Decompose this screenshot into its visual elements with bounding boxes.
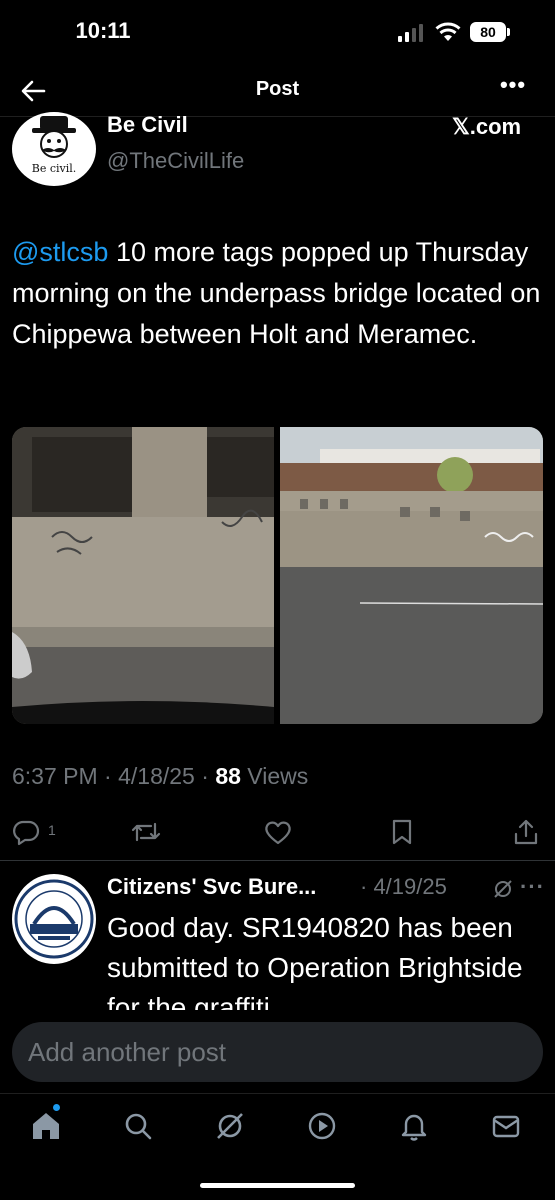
page-title: Post — [255, 78, 300, 100]
underpass-photo — [12, 427, 274, 724]
cellular-signal-icon — [398, 24, 423, 42]
reply-date: · 4/19/25 — [360, 874, 447, 899]
views-label: Views — [240, 763, 309, 789]
mention-link[interactable]: @stlcsb — [12, 237, 108, 267]
tweet-date: 4/18/25 — [118, 763, 195, 789]
notifications-bell-icon[interactable] — [398, 1110, 430, 1142]
battery-icon: 80 — [470, 22, 506, 42]
home-indicator[interactable] — [200, 1183, 355, 1188]
reply-author-name[interactable]: Citizens' Svc Bure... — [107, 874, 316, 900]
author-handle[interactable]: @TheCivilLife — [107, 148, 244, 174]
author-avatar[interactable]: Be civil. — [12, 112, 96, 186]
reply-text: Good day. SR1940820 has been submitted t… — [107, 912, 523, 1012]
video-play-icon[interactable] — [306, 1110, 338, 1142]
citizens-service-bureau-seal — [14, 879, 94, 959]
action-divider — [0, 860, 555, 861]
tweet-text: @stlcsb 10 more tags popped up Thursday … — [12, 232, 542, 355]
author-name[interactable]: Be Civil — [107, 112, 188, 138]
more-options-button[interactable]: ••• — [498, 74, 528, 100]
status-time: 10:11 — [75, 18, 131, 43]
home-icon[interactable] — [30, 1110, 62, 1142]
reply-icon[interactable] — [12, 818, 40, 846]
tweet-meta: 6:37 PM · 4/18/25 · 88 Views — [12, 763, 308, 790]
meta-separator: · — [97, 763, 119, 789]
source-link[interactable]: 𝕏.com — [452, 114, 521, 140]
battery-tip — [507, 28, 510, 36]
reply-avatar[interactable] — [12, 874, 96, 964]
tweet-photo-left[interactable] — [12, 427, 274, 724]
reply-count: 1 — [48, 822, 56, 838]
tweet-photo-right[interactable] — [280, 427, 543, 724]
messages-mail-icon[interactable] — [490, 1110, 522, 1142]
search-icon[interactable] — [122, 1110, 154, 1142]
share-icon[interactable] — [513, 818, 539, 846]
reply-more-button[interactable]: ··· — [520, 874, 545, 900]
compose-input[interactable]: Add another post — [12, 1022, 543, 1082]
avatar-caption: Be civil. — [31, 162, 77, 175]
bookmark-icon[interactable] — [390, 818, 414, 846]
repost-icon[interactable] — [131, 818, 161, 846]
views-count: 88 — [215, 763, 241, 789]
wifi-icon — [435, 22, 461, 41]
compose-divider — [0, 1093, 555, 1094]
grok-icon[interactable] — [492, 878, 514, 900]
meta-separator: · — [194, 763, 216, 789]
like-heart-icon[interactable] — [263, 818, 293, 846]
bridge-photo — [280, 427, 543, 724]
grok-nav-icon[interactable] — [214, 1110, 246, 1142]
tweet-time: 6:37 PM — [12, 763, 98, 789]
